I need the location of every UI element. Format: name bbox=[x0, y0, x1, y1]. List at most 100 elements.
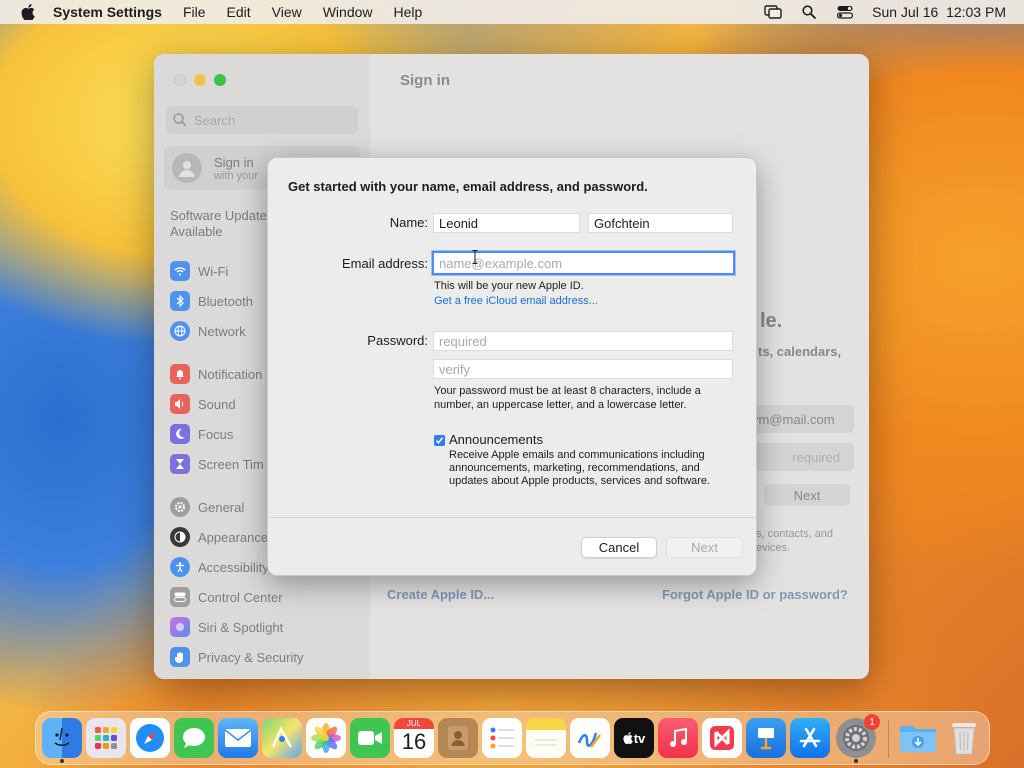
sidebar-search-field[interactable]: Search bbox=[166, 106, 358, 134]
launchpad-icon[interactable] bbox=[86, 718, 126, 758]
background-email-value: ym@mail.com bbox=[752, 411, 835, 427]
sidebar-item-screen-time[interactable]: Screen Tim bbox=[170, 453, 264, 475]
messages-icon[interactable] bbox=[174, 718, 214, 758]
verify-password-field[interactable] bbox=[433, 359, 733, 379]
menu-window[interactable]: Window bbox=[323, 4, 373, 20]
system-settings-icon[interactable]: 1 bbox=[836, 714, 880, 758]
background-email-field[interactable]: ym@mail.com bbox=[744, 405, 854, 433]
sidebar-signin-subtitle: with your bbox=[214, 169, 259, 182]
sidebar-item-privacy-security[interactable]: Privacy & Security bbox=[170, 646, 303, 668]
sidebar-item-label: Privacy & Security bbox=[198, 649, 304, 665]
background-next-button[interactable]: Next bbox=[764, 484, 850, 506]
photos-icon[interactable] bbox=[306, 718, 346, 758]
menu-file[interactable]: File bbox=[183, 4, 206, 20]
cancel-button[interactable]: Cancel bbox=[581, 537, 657, 558]
background-next-label: Next bbox=[793, 487, 821, 503]
facetime-icon[interactable] bbox=[350, 718, 390, 758]
next-button-label: Next bbox=[691, 540, 718, 555]
siri-icon bbox=[170, 617, 190, 637]
maps-icon[interactable] bbox=[262, 718, 302, 758]
screen-mirroring-icon[interactable] bbox=[764, 3, 782, 21]
sidebar-item-bluetooth[interactable]: Bluetooth bbox=[170, 290, 253, 312]
dialog-divider bbox=[268, 517, 756, 518]
background-password-field[interactable]: required bbox=[744, 443, 854, 471]
sidebar-item-label: Bluetooth bbox=[198, 293, 253, 309]
freeform-icon[interactable] bbox=[570, 718, 610, 758]
sidebar-item-general[interactable]: General bbox=[170, 496, 244, 518]
spotlight-search-icon[interactable] bbox=[800, 3, 818, 21]
contacts-icon[interactable] bbox=[438, 718, 478, 758]
first-name-field[interactable] bbox=[433, 213, 580, 233]
globe-icon bbox=[170, 321, 190, 341]
control-center-icon[interactable] bbox=[836, 3, 854, 21]
sidebar-item-appearance[interactable]: Appearance bbox=[170, 526, 268, 548]
apple-menu-icon[interactable] bbox=[17, 0, 39, 24]
downloads-folder-icon[interactable] bbox=[898, 718, 938, 758]
create-apple-id-dialog: Get started with your name, email addres… bbox=[267, 157, 757, 576]
icloud-email-link[interactable]: Get a free iCloud email address... bbox=[434, 295, 598, 307]
sidebar-item-sound[interactable]: Sound bbox=[170, 393, 236, 415]
settings-running-indicator bbox=[854, 759, 858, 763]
email-hint: This will be your new Apple ID. bbox=[434, 280, 584, 292]
last-name-field[interactable] bbox=[588, 213, 733, 233]
close-button[interactable] bbox=[174, 74, 186, 86]
name-label: Name: bbox=[389, 215, 428, 230]
news-icon[interactable] bbox=[702, 718, 742, 758]
sidebar-item-control-center[interactable]: Control Center bbox=[170, 586, 283, 608]
menu-view[interactable]: View bbox=[272, 4, 302, 20]
notes-icon[interactable] bbox=[526, 718, 566, 758]
sidebar-item-notifications[interactable]: Notification bbox=[170, 363, 262, 385]
bell-icon bbox=[170, 364, 190, 384]
software-update-available[interactable]: Software Update Available bbox=[170, 208, 267, 240]
wifi-icon bbox=[170, 261, 190, 281]
sidebar-item-accessibility[interactable]: Accessibility bbox=[170, 556, 269, 578]
sidebar-item-label: Wi-Fi bbox=[198, 263, 229, 279]
announcements-desc-line3: updates about Apple products, services a… bbox=[449, 475, 711, 487]
mail-icon[interactable] bbox=[218, 718, 258, 758]
hourglass-icon bbox=[170, 454, 190, 474]
music-icon[interactable] bbox=[658, 718, 698, 758]
announcements-desc-line2: announcements, marketing, recommendation… bbox=[449, 462, 700, 474]
hand-icon bbox=[170, 647, 190, 667]
menu-help[interactable]: Help bbox=[394, 4, 423, 20]
sidebar-item-label: Network bbox=[198, 323, 246, 339]
announcements-label[interactable]: Announcements bbox=[449, 432, 543, 447]
sidebar-item-siri-spotlight[interactable]: Siri & Spotlight bbox=[170, 616, 283, 638]
sidebar-item-label: Sound bbox=[198, 396, 236, 412]
user-avatar-icon bbox=[172, 153, 202, 183]
minimize-button[interactable] bbox=[194, 74, 206, 86]
trash-icon[interactable] bbox=[944, 718, 984, 758]
sidebar-item-focus[interactable]: Focus bbox=[170, 423, 233, 445]
finder-running-indicator bbox=[60, 759, 64, 763]
moon-icon bbox=[170, 424, 190, 444]
create-apple-id-link[interactable]: Create Apple ID... bbox=[387, 587, 494, 602]
calendar-month: JUL bbox=[394, 718, 434, 729]
background-password-placeholder: required bbox=[792, 449, 840, 465]
forgot-apple-id-link[interactable]: Forgot Apple ID or password? bbox=[662, 587, 848, 602]
signin-heading: le. bbox=[760, 310, 783, 332]
menu-app-name[interactable]: System Settings bbox=[53, 4, 162, 20]
sidebar-item-wifi[interactable]: Wi-Fi bbox=[170, 260, 228, 282]
safari-icon[interactable] bbox=[130, 718, 170, 758]
apple-tv-icon[interactable]: tv bbox=[614, 718, 654, 758]
calendar-icon[interactable]: JUL 16 bbox=[394, 718, 434, 758]
next-button[interactable]: Next bbox=[666, 537, 743, 558]
menu-bar-clock[interactable]: Sun Jul 16 12:03 PM bbox=[872, 4, 1006, 20]
sidebar-item-label: Focus bbox=[198, 426, 234, 442]
cancel-button-label: Cancel bbox=[598, 540, 640, 555]
software-update-label: Software Update bbox=[170, 208, 267, 223]
reminders-icon[interactable] bbox=[482, 718, 522, 758]
menu-edit[interactable]: Edit bbox=[227, 4, 251, 20]
keynote-icon[interactable] bbox=[746, 718, 786, 758]
apple-tv-label: tv bbox=[633, 730, 646, 746]
zoom-button[interactable] bbox=[214, 74, 226, 86]
password-field[interactable] bbox=[433, 331, 733, 351]
software-update-status: Available bbox=[170, 224, 223, 239]
app-store-icon[interactable] bbox=[790, 718, 830, 758]
sidebar-item-label: Screen Tim bbox=[198, 456, 264, 472]
finder-icon[interactable] bbox=[42, 718, 82, 758]
announcements-desc-line1: Receive Apple emails and communications … bbox=[449, 449, 705, 461]
announcements-checkbox[interactable] bbox=[434, 435, 445, 446]
dock: JUL 16 tv 1 bbox=[35, 711, 990, 765]
sidebar-item-network[interactable]: Network bbox=[170, 320, 246, 342]
